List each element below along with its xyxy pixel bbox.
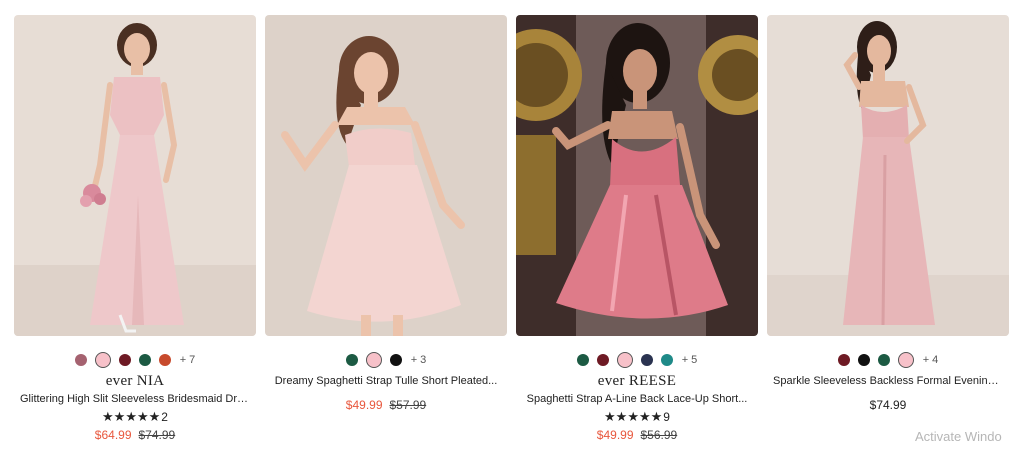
color-swatch[interactable]: [158, 354, 171, 366]
product-image[interactable]: [14, 15, 256, 336]
color-swatch[interactable]: [74, 354, 87, 366]
product-grid: + 7 ever NIA Glittering High Slit Sleeve…: [0, 0, 1024, 449]
model-photo-evening-gown: [767, 15, 1009, 336]
model-photo-long-gown: [14, 15, 256, 336]
product-image[interactable]: [767, 15, 1009, 336]
product-card-3[interactable]: + 5 ever REESE Spaghetti Strap A-Line Ba…: [516, 15, 758, 442]
price-row: $74.99: [767, 398, 1009, 412]
windows-activation-watermark: Activate Windo: [915, 429, 1002, 444]
product-image[interactable]: [265, 15, 507, 336]
color-swatch-selected[interactable]: [94, 352, 111, 368]
model-photo-short-tulle-dress: [265, 15, 507, 336]
star-rating-icon: ★★★★★: [102, 409, 161, 424]
color-swatch[interactable]: [138, 354, 151, 366]
color-swatch[interactable]: [345, 354, 358, 366]
regular-price: $57.99: [389, 398, 427, 412]
regular-price: $74.99: [138, 428, 176, 442]
more-colors-count[interactable]: + 7: [180, 354, 196, 366]
price-row: $64.99 $74.99: [14, 428, 256, 442]
product-title[interactable]: Spaghetti Strap A-Line Back Lace-Up Shor…: [516, 393, 758, 405]
color-swatch[interactable]: [118, 354, 131, 366]
color-swatches: + 7: [14, 352, 256, 368]
product-title[interactable]: Sparkle Sleeveless Backless Formal Eveni…: [767, 375, 1009, 387]
color-swatch[interactable]: [640, 354, 653, 366]
color-swatch[interactable]: [877, 354, 890, 366]
color-swatch-selected[interactable]: [616, 352, 633, 368]
model-photo-satin-dress: [516, 15, 758, 336]
product-card-1[interactable]: + 7 ever NIA Glittering High Slit Sleeve…: [14, 15, 256, 442]
brand-logo: ever NIA: [105, 373, 165, 389]
regular-price: $56.99: [640, 428, 678, 442]
color-swatch[interactable]: [837, 354, 850, 366]
color-swatch-selected[interactable]: [365, 352, 382, 368]
price-row: $49.99 $56.99: [516, 428, 758, 442]
brand-logo: ever REESE: [597, 373, 677, 389]
color-swatch[interactable]: [389, 354, 402, 366]
product-title[interactable]: Dreamy Spaghetti Strap Tulle Short Pleat…: [265, 375, 507, 387]
color-swatch[interactable]: [576, 354, 589, 366]
regular-price: $74.99: [869, 398, 907, 412]
sale-price: $49.99: [345, 398, 383, 412]
more-colors-count[interactable]: + 3: [411, 354, 427, 366]
sale-price: $49.99: [596, 428, 634, 442]
product-card-2[interactable]: + 3 Dreamy Spaghetti Strap Tulle Short P…: [265, 15, 507, 412]
review-count: 2: [161, 410, 168, 424]
more-colors-count[interactable]: + 5: [682, 354, 698, 366]
color-swatch[interactable]: [660, 354, 673, 366]
sale-price: $64.99: [94, 428, 132, 442]
rating: ★★★★★ 9: [516, 409, 758, 424]
color-swatch-selected[interactable]: [897, 352, 914, 368]
product-card-4[interactable]: + 4 Sparkle Sleeveless Backless Formal E…: [767, 15, 1009, 412]
product-image[interactable]: [516, 15, 758, 336]
color-swatches: + 3: [265, 352, 507, 368]
star-rating-icon: ★★★★★: [604, 409, 663, 424]
color-swatch[interactable]: [596, 354, 609, 366]
color-swatch[interactable]: [857, 354, 870, 366]
rating: ★★★★★ 2: [14, 409, 256, 424]
review-count: 9: [663, 410, 670, 424]
color-swatches: + 5: [516, 352, 758, 368]
more-colors-count[interactable]: + 4: [923, 354, 939, 366]
product-title[interactable]: Glittering High Slit Sleeveless Bridesma…: [14, 393, 256, 405]
price-row: $49.99 $57.99: [265, 398, 507, 412]
color-swatches: + 4: [767, 352, 1009, 368]
